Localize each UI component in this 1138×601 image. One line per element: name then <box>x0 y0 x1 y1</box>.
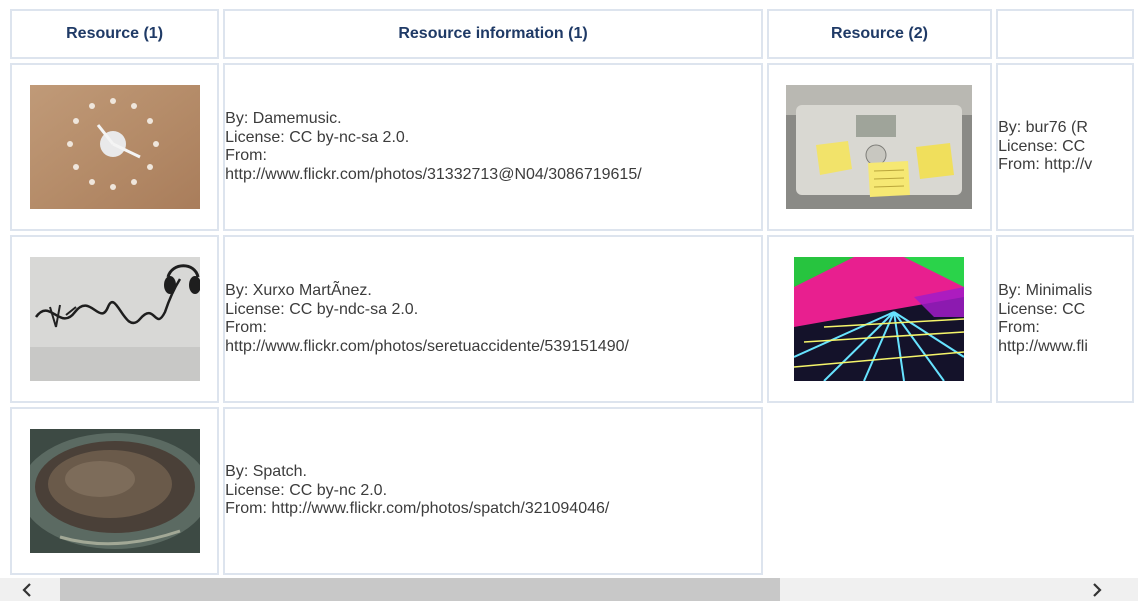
header-resource-information-2 <box>996 9 1134 59</box>
author-text: By: Xurxo MartÃnez. <box>225 282 372 299</box>
empty-cell <box>766 407 993 575</box>
table-row: By: Spatch. License: CC by-nc 2.0. From:… <box>10 407 1134 575</box>
header-resource-information-1: Resource information (1) <box>223 9 763 59</box>
source-url[interactable]: From: http://v <box>998 156 1132 175</box>
source-label: From: <box>225 319 267 336</box>
license-text: License: CC <box>998 300 1086 318</box>
resource-info-cell: By: Damemusic. License: CC by-nc-sa 2.0.… <box>223 63 763 231</box>
source-label: From: <box>998 319 1040 336</box>
source-url[interactable]: http://www.fli <box>998 338 1132 357</box>
header-resource-1: Resource (1) <box>10 9 220 59</box>
colorful-laser-grid-photo[interactable] <box>794 257 965 381</box>
scroll-right-button[interactable] <box>1086 578 1108 601</box>
resource-image-cell <box>10 235 220 403</box>
empty-cell <box>996 407 1134 575</box>
table-row: By: Xurxo MartÃnez. License: CC by-ndc-s… <box>10 235 1134 403</box>
resource-image-cell <box>766 63 993 231</box>
header-resource-2: Resource (2) <box>766 9 993 59</box>
resource-image-cell <box>10 407 220 575</box>
resource-info-cell: By: Spatch. License: CC by-nc 2.0. From:… <box>223 407 763 575</box>
license-text: License: CC <box>998 137 1086 155</box>
author-text: By: Damemusic. <box>225 110 342 127</box>
header-row: Resource (1) Resource information (1) Re… <box>10 9 1134 59</box>
chevron-left-icon <box>22 582 31 597</box>
scrollbar-thumb[interactable] <box>60 578 780 601</box>
scroll-left-button[interactable] <box>16 578 38 601</box>
resource-info-cell: By: Xurxo MartÃnez. License: CC by-ndc-s… <box>223 235 763 403</box>
author-text: By: bur76 (R <box>998 119 1088 137</box>
headphones-graffiti-photo[interactable] <box>29 257 200 381</box>
author-text: By: Spatch. <box>225 463 307 481</box>
credits-table: Resource (1) Resource information (1) Re… <box>6 5 1138 578</box>
time-capsule-plaque-photo[interactable] <box>29 429 200 553</box>
horizontal-scrollbar[interactable] <box>0 578 1138 601</box>
resource-image-cell <box>766 235 993 403</box>
source-url[interactable]: http://www.flickr.com/photos/31332713@N0… <box>225 166 761 185</box>
chevron-right-icon <box>1093 582 1102 597</box>
resource-info-cell: By: bur76 (R License: CC From: http://v <box>996 63 1134 231</box>
wall-clock-photo[interactable] <box>29 85 200 209</box>
license-text: License: CC by-nc-sa 2.0. <box>225 128 410 146</box>
license-text: License: CC by-nc 2.0. <box>225 481 388 499</box>
source-url[interactable]: http://www.flickr.com/photos/seretuaccid… <box>225 338 761 357</box>
resource-info-cell: By: Minimalis License: CC From: http://w… <box>996 235 1134 403</box>
printer-sticky-notes-photo[interactable] <box>786 85 973 209</box>
table-row: By: Damemusic. License: CC by-nc-sa 2.0.… <box>10 63 1134 231</box>
source-label: From: <box>225 147 267 164</box>
author-text: By: Minimalis <box>998 282 1093 299</box>
license-text: License: CC by-ndc-sa 2.0. <box>225 300 419 318</box>
source-url[interactable]: From: http://www.flickr.com/photos/spatc… <box>225 500 761 519</box>
resource-image-cell <box>10 63 220 231</box>
scroll-viewport[interactable]: Resource (1) Resource information (1) Re… <box>0 0 1138 578</box>
